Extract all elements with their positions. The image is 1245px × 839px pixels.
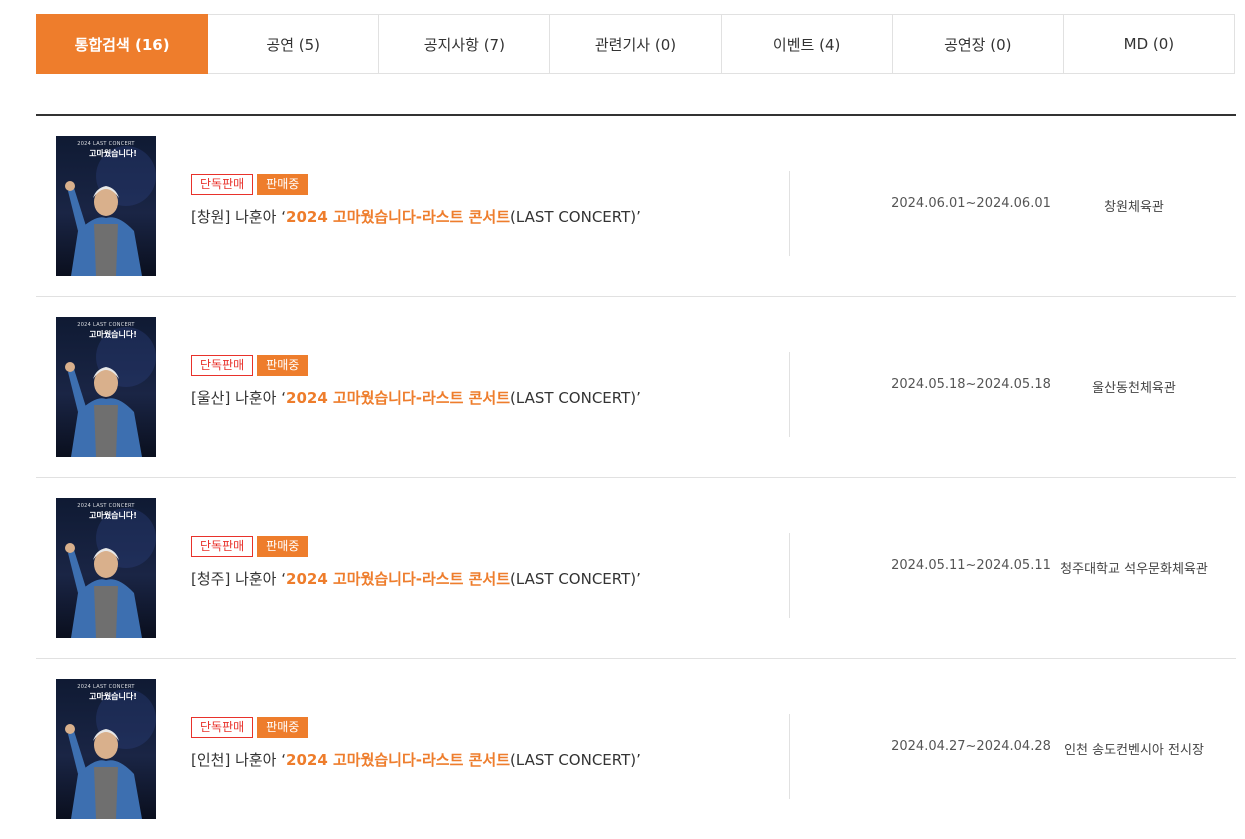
- venue-name: 청주대학교 석우문화체육관: [1060, 562, 1208, 577]
- tab-md[interactable]: MD (0): [1063, 14, 1235, 74]
- column-divider: [789, 352, 790, 437]
- title-suffix: (LAST CONCERT)’: [510, 208, 641, 226]
- tab-performances[interactable]: 공연 (5): [208, 14, 380, 74]
- list-item[interactable]: 2024 LAST CONCERT 고마웠습니다! 단독판매 판매중 [울산] …: [36, 297, 1236, 478]
- title-suffix: (LAST CONCERT)’: [510, 570, 641, 588]
- poster-caption-small: 2024 LAST CONCERT: [77, 684, 135, 690]
- poster-caption-small: 2024 LAST CONCERT: [77, 141, 135, 147]
- poster-image[interactable]: 2024 LAST CONCERT 고마웠습니다!: [56, 679, 156, 819]
- tab-events[interactable]: 이벤트 (4): [721, 14, 893, 74]
- on-sale-badge: 판매중: [257, 536, 309, 557]
- exclusive-badge: 단독판매: [191, 536, 254, 557]
- exclusive-badge: 단독판매: [191, 355, 254, 376]
- venue-name: 울산동천체육관: [1092, 381, 1176, 396]
- title-prefix: [인천] 나훈아 ‘: [191, 751, 287, 769]
- tab-all[interactable]: 통합검색 (16): [36, 14, 209, 74]
- title-prefix: [창원] 나훈아 ‘: [191, 208, 287, 226]
- on-sale-badge: 판매중: [257, 355, 309, 376]
- item-title[interactable]: [청주] 나훈아 ‘2024 고마웠습니다-라스트 콘서트(LAST CONCE…: [191, 568, 641, 589]
- title-prefix: [청주] 나훈아 ‘: [191, 570, 287, 588]
- title-suffix: (LAST CONCERT)’: [510, 389, 641, 407]
- poster-caption-small: 2024 LAST CONCERT: [77, 503, 135, 509]
- title-highlight: 2024 고마웠습니다-라스트 콘서트: [286, 389, 511, 407]
- item-title[interactable]: [인천] 나훈아 ‘2024 고마웠습니다-라스트 콘서트(LAST CONCE…: [191, 749, 641, 770]
- poster-image[interactable]: 2024 LAST CONCERT 고마웠습니다!: [56, 498, 156, 638]
- title-highlight: 2024 고마웠습니다-라스트 콘서트: [286, 751, 511, 769]
- poster-image[interactable]: 2024 LAST CONCERT 고마웠습니다!: [56, 136, 156, 276]
- venue-name: 인천 송도컨벤시아 전시장: [1064, 743, 1204, 758]
- result-list: 2024 LAST CONCERT 고마웠습니다! 단독판매 판매중 [창원] …: [36, 116, 1236, 839]
- column-divider: [789, 171, 790, 256]
- badge-group: 단독판매 판매중: [191, 717, 309, 738]
- poster-caption-title: 고마웠습니다!: [89, 330, 137, 339]
- poster-caption-small: 2024 LAST CONCERT: [77, 322, 135, 328]
- poster-caption-title: 고마웠습니다!: [89, 149, 137, 158]
- badge-group: 단독판매 판매중: [191, 174, 309, 195]
- column-divider: [789, 714, 790, 799]
- badge-group: 단독판매 판매중: [191, 536, 309, 557]
- list-item[interactable]: 2024 LAST CONCERT 고마웠습니다! 단독판매 판매중 [청주] …: [36, 478, 1236, 659]
- search-tabs: 통합검색 (16) 공연 (5) 공지사항 (7) 관련기사 (0) 이벤트 (…: [36, 14, 1235, 74]
- exclusive-badge: 단독판매: [191, 174, 254, 195]
- column-divider: [789, 533, 790, 618]
- exclusive-badge: 단독판매: [191, 717, 254, 738]
- badge-group: 단독판매 판매중: [191, 355, 309, 376]
- list-item[interactable]: 2024 LAST CONCERT 고마웠습니다! 단독판매 판매중 [인천] …: [36, 659, 1236, 839]
- poster-caption-title: 고마웠습니다!: [89, 692, 137, 701]
- on-sale-badge: 판매중: [257, 174, 309, 195]
- title-highlight: 2024 고마웠습니다-라스트 콘서트: [286, 208, 511, 226]
- list-item[interactable]: 2024 LAST CONCERT 고마웠습니다! 단독판매 판매중 [창원] …: [36, 116, 1236, 297]
- tab-notices[interactable]: 공지사항 (7): [379, 14, 551, 74]
- title-prefix: [울산] 나훈아 ‘: [191, 389, 287, 407]
- poster-caption-title: 고마웠습니다!: [89, 511, 137, 520]
- poster-image[interactable]: 2024 LAST CONCERT 고마웠습니다!: [56, 317, 156, 457]
- venue-name: 창원체육관: [1104, 200, 1164, 215]
- on-sale-badge: 판매중: [257, 717, 309, 738]
- title-highlight: 2024 고마웠습니다-라스트 콘서트: [286, 570, 511, 588]
- tab-venues[interactable]: 공연장 (0): [892, 14, 1064, 74]
- title-suffix: (LAST CONCERT)’: [510, 751, 641, 769]
- item-title[interactable]: [창원] 나훈아 ‘2024 고마웠습니다-라스트 콘서트(LAST CONCE…: [191, 206, 641, 227]
- item-title[interactable]: [울산] 나훈아 ‘2024 고마웠습니다-라스트 콘서트(LAST CONCE…: [191, 387, 641, 408]
- tab-articles[interactable]: 관련기사 (0): [550, 14, 722, 74]
